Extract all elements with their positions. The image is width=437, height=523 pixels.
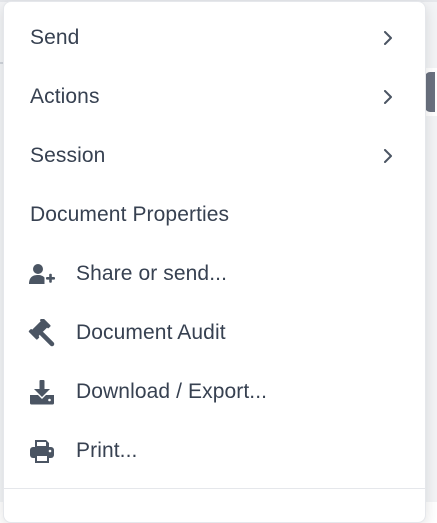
chevron-right-icon bbox=[381, 31, 395, 45]
menu-item-document-audit[interactable]: Document Audit bbox=[4, 307, 425, 359]
context-menu: Send Actions Session Document Properties… bbox=[3, 1, 426, 523]
chevron-right-icon bbox=[381, 149, 395, 163]
menu-item-label: Send bbox=[30, 26, 80, 49]
menu-divider bbox=[4, 488, 425, 489]
chevron-right-icon bbox=[381, 90, 395, 104]
user-plus-icon bbox=[28, 260, 56, 288]
menu-item-session[interactable]: Session bbox=[4, 130, 425, 182]
gavel-icon bbox=[28, 319, 56, 347]
menu-item-label: Document Properties bbox=[30, 203, 230, 226]
menu-item-actions[interactable]: Actions bbox=[4, 71, 425, 123]
menu-item-share-or-send[interactable]: Share or send... bbox=[4, 248, 425, 300]
menu-item-label: Share or send... bbox=[76, 262, 228, 285]
menu-item-send[interactable]: Send bbox=[4, 12, 425, 64]
menu-item-label: Document Audit bbox=[76, 321, 226, 344]
menu-item-download-export[interactable]: Download / Export... bbox=[4, 366, 425, 418]
menu-item-print[interactable]: Print... bbox=[4, 425, 425, 477]
download-icon bbox=[28, 378, 56, 406]
menu-item-label: Print... bbox=[76, 439, 138, 462]
menu-item-label: Download / Export... bbox=[76, 380, 268, 403]
scroll-handle-knob bbox=[425, 72, 435, 112]
menu-item-document-properties[interactable]: Document Properties bbox=[4, 189, 425, 241]
menu-item-label: Actions bbox=[30, 85, 100, 108]
menu-item-label: Session bbox=[30, 144, 106, 167]
printer-icon bbox=[28, 437, 56, 465]
